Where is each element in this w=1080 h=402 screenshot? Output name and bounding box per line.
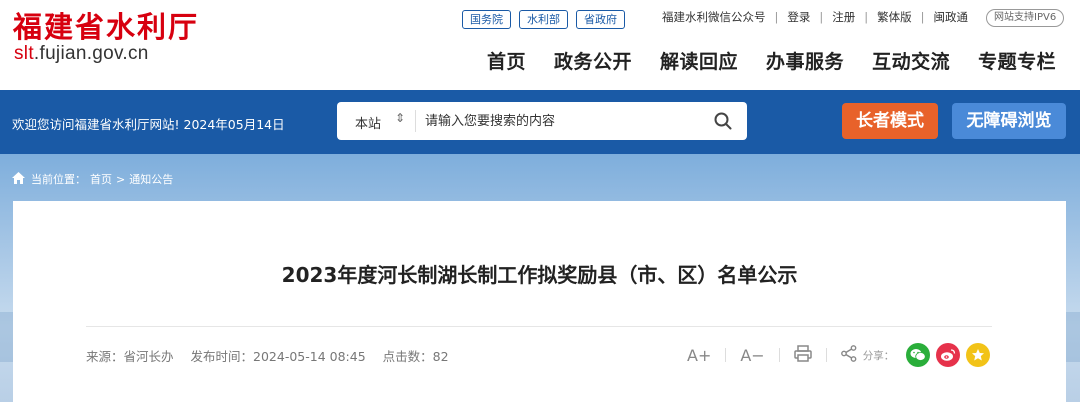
breadcrumb-home[interactable]: 首页 (90, 171, 112, 187)
divider (415, 110, 416, 132)
article-views: 点击数：82 (382, 349, 449, 364)
divider: | (864, 10, 869, 24)
minzhengtong-link[interactable]: 闽政通 (934, 9, 969, 25)
search-input[interactable] (425, 108, 705, 134)
search-scope-select[interactable]: 本站 (355, 113, 381, 132)
gov-link-ministry[interactable]: 水利部 (519, 10, 568, 29)
divider (825, 348, 827, 362)
welcome-text: 欢迎您访问福建省水利厅网站! 2024年05月14日 (12, 117, 285, 132)
nav-home[interactable]: 首页 (487, 47, 526, 74)
wechat-account-link[interactable]: 福建水利微信公众号 (662, 9, 766, 25)
gov-link-state-council[interactable]: 国务院 (462, 10, 511, 29)
article-publish-time: 发布时间：2024-05-14 08:45 (190, 349, 366, 364)
site-domain: slt.fujian.gov.cn (14, 43, 149, 65)
elder-mode-button[interactable]: 长者模式 (842, 103, 938, 139)
nav-government-affairs[interactable]: 政务公开 (554, 47, 632, 74)
register-link[interactable]: 注册 (832, 9, 855, 25)
article-source: 来源：省河长办 (86, 349, 174, 364)
nav-interaction[interactable]: 互动交流 (872, 47, 950, 74)
site-domain-suffix: .fujian.gov.cn (33, 43, 149, 64)
breadcrumb-separator: > (116, 172, 126, 186)
article-card: 2023年度河长制湖长制工作拟奖励县（市、区）名单公示 来源：省河长办 发布时间… (13, 201, 1066, 402)
divider (778, 348, 780, 362)
ipv6-badge: 网站支持IPV6 (986, 9, 1065, 27)
weibo-icon[interactable] (936, 343, 961, 367)
divider (86, 326, 992, 327)
breadcrumb-current[interactable]: 通知公告 (129, 171, 173, 187)
updown-arrow-icon[interactable]: ⇕ (395, 111, 405, 125)
nav-services[interactable]: 办事服务 (766, 47, 844, 74)
divider: | (920, 10, 925, 24)
site-domain-prefix: slt (14, 43, 34, 64)
search-bar-strip: 欢迎您访问福建省水利厅网站! 2024年05月14日 本站 ⇕ 长者模式 无障碍… (0, 90, 1080, 154)
site-header: 福建省水利厅 slt.fujian.gov.cn 国务院 水利部 省政府 福建水… (0, 0, 1080, 90)
nav-interpretation[interactable]: 解读回应 (660, 47, 738, 74)
login-link[interactable]: 登录 (787, 9, 810, 25)
print-icon[interactable] (793, 344, 812, 366)
gov-links: 国务院 水利部 省政府 (462, 10, 625, 29)
article-tools: A+ A− 分享： (687, 343, 991, 367)
nav-topics[interactable]: 专题专栏 (978, 47, 1056, 74)
breadcrumb-label: 当前位置： (31, 173, 86, 186)
font-decrease-button[interactable]: A− (740, 346, 764, 365)
article-title: 2023年度河长制湖长制工作拟奖励县（市、区）名单公示 (281, 263, 798, 287)
home-icon (12, 171, 25, 187)
divider: | (819, 10, 824, 24)
search-box: 本站 ⇕ (337, 102, 747, 140)
top-links: 福建水利微信公众号 | 登录 | 注册 | 繁体版 | 闽政通 (662, 9, 968, 25)
font-increase-button[interactable]: A+ (687, 346, 711, 365)
share-label: 分享： (862, 349, 895, 362)
breadcrumb: 当前位置： 首页 > 通知公告 (12, 171, 173, 187)
main-nav: 首页 政务公开 解读回应 办事服务 互动交流 专题专栏 (487, 47, 1056, 74)
divider (725, 348, 727, 362)
divider: | (774, 10, 779, 24)
favorite-star-icon[interactable] (966, 343, 991, 367)
share-icon[interactable] (840, 344, 857, 366)
gov-link-province[interactable]: 省政府 (576, 10, 625, 29)
site-logo[interactable]: 福建省水利厅 (13, 4, 199, 46)
search-icon[interactable] (713, 111, 733, 135)
accessible-browse-button[interactable]: 无障碍浏览 (952, 103, 1066, 139)
article-meta: 来源：省河长办 发布时间：2024-05-14 08:45 点击数：82 (86, 346, 449, 365)
wechat-icon[interactable] (906, 343, 931, 367)
traditional-chinese-link[interactable]: 繁体版 (877, 9, 912, 25)
